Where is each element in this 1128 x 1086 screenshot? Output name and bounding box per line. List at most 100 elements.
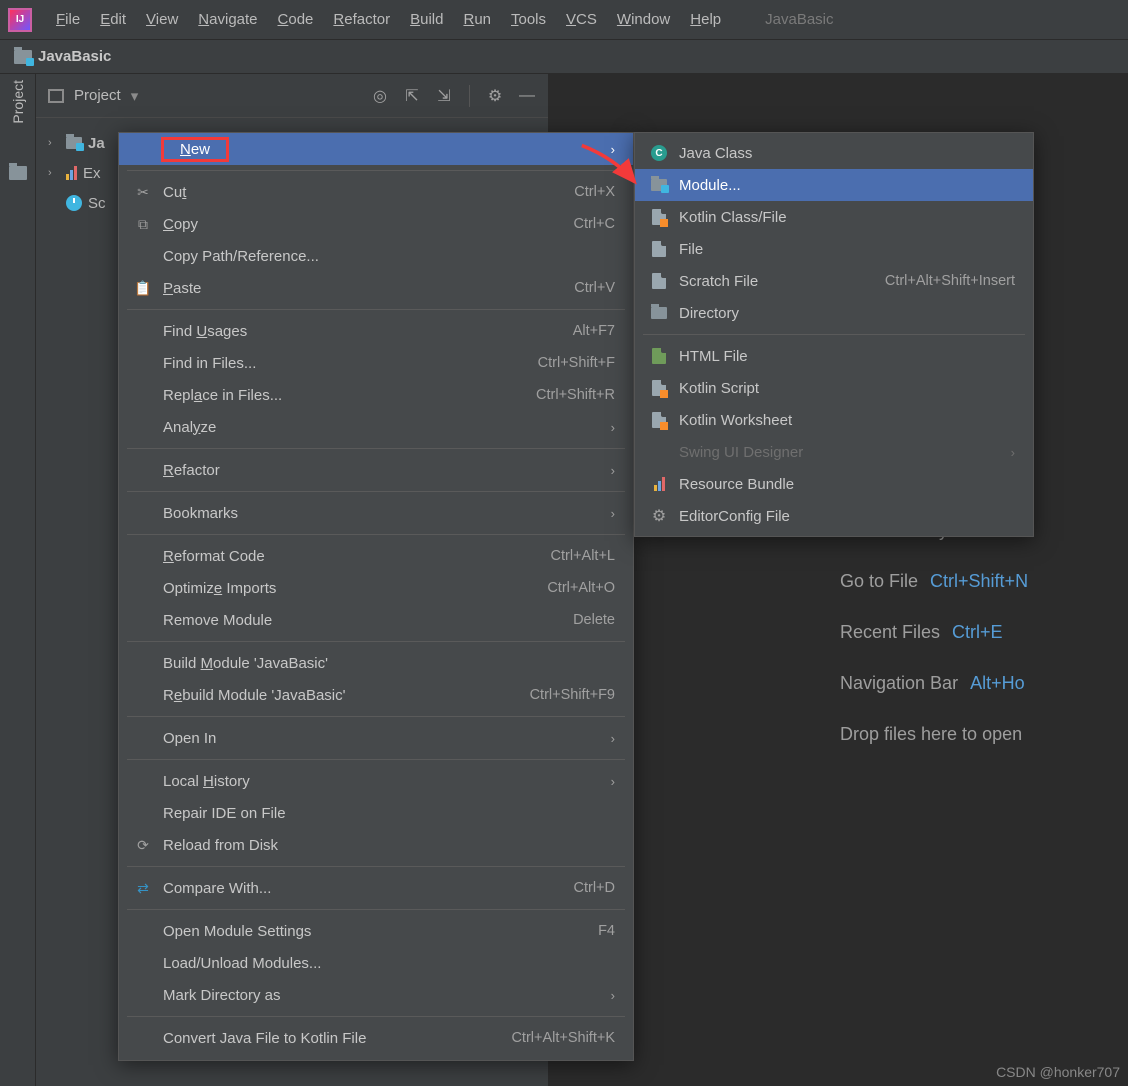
- tree-label: Ja: [88, 135, 105, 152]
- chevron-right-icon: ›: [611, 463, 615, 478]
- menu-edit[interactable]: Edit: [90, 7, 136, 32]
- menu-file[interactable]: File: [46, 7, 90, 32]
- ctx-label: Compare With...: [163, 880, 271, 897]
- hint-shortcut: Alt+Ho: [970, 673, 1025, 694]
- ctx-bookmarks[interactable]: Bookmarks›: [119, 497, 633, 529]
- new-html-file[interactable]: HTML File: [635, 340, 1033, 372]
- folder-icon[interactable]: [9, 166, 27, 180]
- shortcut-label: Delete: [573, 612, 615, 628]
- ctx-optimize-imports[interactable]: Optimize ImportsCtrl+Alt+O: [119, 572, 633, 604]
- ctx-copy-path-reference[interactable]: Copy Path/Reference...: [119, 240, 633, 272]
- ctx-convert-java-file-to-kotlin-file[interactable]: Convert Java File to Kotlin FileCtrl+Alt…: [119, 1022, 633, 1054]
- chevron-right-icon[interactable]: ›: [48, 137, 60, 149]
- shortcut-label: Ctrl+C: [574, 216, 616, 232]
- menu-navigate[interactable]: Navigate: [188, 7, 267, 32]
- ctx-remove-module[interactable]: Remove ModuleDelete: [119, 604, 633, 636]
- window-icon: [48, 89, 64, 103]
- ctx-build-module-javabasic[interactable]: Build Module 'JavaBasic': [119, 647, 633, 679]
- menu-code[interactable]: Code: [268, 7, 324, 32]
- sidebar-tab-project[interactable]: Project: [10, 80, 26, 124]
- new-kotlin-worksheet[interactable]: Kotlin Worksheet: [635, 404, 1033, 436]
- ctx-find-usages[interactable]: Find UsagesAlt+F7: [119, 315, 633, 347]
- ctx-label: Copy: [163, 216, 198, 233]
- submenu-label: File: [679, 241, 703, 258]
- gear-icon[interactable]: ⚙: [486, 87, 504, 105]
- chevron-right-icon: ›: [611, 774, 615, 789]
- editor-hints: Search EverywhereDoGo to FileCtrl+Shift+…: [840, 520, 1128, 745]
- new-module[interactable]: Module...: [635, 169, 1033, 201]
- new-kotlin-script[interactable]: Kotlin Script: [635, 372, 1033, 404]
- separator: [127, 759, 625, 760]
- new-file[interactable]: File: [635, 233, 1033, 265]
- chevron-right-icon: ›: [611, 142, 615, 157]
- ctx-analyze[interactable]: Analyze›: [119, 411, 633, 443]
- menu-tools[interactable]: Tools: [501, 7, 556, 32]
- ctx-label: Rebuild Module 'JavaBasic': [163, 687, 346, 704]
- ctx-label: Reload from Disk: [163, 837, 278, 854]
- separator: [127, 909, 625, 910]
- new-scratch-file[interactable]: Scratch FileCtrl+Alt+Shift+Insert: [635, 265, 1033, 297]
- menu-refactor[interactable]: Refactor: [323, 7, 400, 32]
- collapse-all-icon[interactable]: ⇲: [435, 87, 453, 105]
- chevron-down-icon[interactable]: ▾: [131, 87, 139, 105]
- shortcut-label: Ctrl+Shift+F: [538, 355, 615, 371]
- chevron-right-icon: ›: [611, 988, 615, 1003]
- breadcrumb: JavaBasic: [0, 40, 1128, 74]
- separator: [127, 448, 625, 449]
- menu-view[interactable]: View: [136, 7, 188, 32]
- shortcut-label: Ctrl+X: [574, 184, 615, 200]
- shortcut-label: Ctrl+D: [574, 880, 616, 896]
- app-icon: IJ: [8, 8, 32, 32]
- menu-run[interactable]: Run: [453, 7, 501, 32]
- chevron-right-icon: ›: [611, 731, 615, 746]
- ctx-compare-with[interactable]: ⇄ Compare With... Ctrl+D: [119, 872, 633, 904]
- new-kotlin-class-file[interactable]: Kotlin Class/File: [635, 201, 1033, 233]
- ctx-load-unload-modules[interactable]: Load/Unload Modules...: [119, 947, 633, 979]
- project-panel-title[interactable]: Project: [74, 87, 121, 104]
- ctx-find-in-files[interactable]: Find in Files...Ctrl+Shift+F: [119, 347, 633, 379]
- ctx-cut[interactable]: ✂CutCtrl+X: [119, 176, 633, 208]
- compare-icon: ⇄: [133, 880, 153, 897]
- ctx-new[interactable]: New›: [119, 133, 633, 165]
- ctx-label: Reformat Code: [163, 548, 265, 565]
- new-resource-bundle[interactable]: Resource Bundle: [635, 468, 1033, 500]
- ctx-label: Optimize Imports: [163, 580, 276, 597]
- menu-help[interactable]: Help: [680, 7, 731, 32]
- ctx-repair-ide-on-file[interactable]: Repair IDE on File: [119, 797, 633, 829]
- submenu-label: Scratch File: [679, 273, 758, 290]
- chevron-right-icon: ›: [611, 420, 615, 435]
- minimize-icon[interactable]: —: [518, 87, 536, 105]
- separator: [127, 1016, 625, 1017]
- hint-row: Go to FileCtrl+Shift+N: [840, 571, 1128, 592]
- new-directory[interactable]: Directory: [635, 297, 1033, 329]
- ctx-open-module-settings[interactable]: Open Module SettingsF4: [119, 915, 633, 947]
- chevron-right-icon: ›: [1011, 445, 1015, 460]
- menu-vcs[interactable]: VCS: [556, 7, 607, 32]
- tree-label: Sc: [88, 195, 106, 212]
- ctx-open-in[interactable]: Open In›: [119, 722, 633, 754]
- menu-window[interactable]: Window: [607, 7, 680, 32]
- menu-build[interactable]: Build: [400, 7, 453, 32]
- scratch-icon: [649, 272, 669, 290]
- copy-icon: ⧉: [133, 216, 153, 233]
- new-editorconfig-file[interactable]: ⚙EditorConfig File: [635, 500, 1033, 532]
- ctx-local-history[interactable]: Local History›: [119, 765, 633, 797]
- ctx-reformat-code[interactable]: Reformat CodeCtrl+Alt+L: [119, 540, 633, 572]
- ctx-replace-in-files[interactable]: Replace in Files...Ctrl+Shift+R: [119, 379, 633, 411]
- submenu-label: Swing UI Designer: [679, 444, 803, 461]
- ctx-label: Copy Path/Reference...: [163, 248, 319, 265]
- ctx-mark-directory-as[interactable]: Mark Directory as›: [119, 979, 633, 1011]
- ctx-rebuild-module-javabasic[interactable]: Rebuild Module 'JavaBasic'Ctrl+Shift+F9: [119, 679, 633, 711]
- hint-shortcut: Ctrl+E: [952, 622, 1003, 643]
- ctx-refactor[interactable]: Refactor›: [119, 454, 633, 486]
- ctx-reload-from-disk[interactable]: ⟳Reload from Disk: [119, 829, 633, 861]
- separator: [127, 309, 625, 310]
- expand-all-icon[interactable]: ⇱: [403, 87, 421, 105]
- ctx-paste[interactable]: 📋PasteCtrl+V: [119, 272, 633, 304]
- new-java-class[interactable]: CJava Class: [635, 137, 1033, 169]
- separator: [127, 534, 625, 535]
- chevron-right-icon[interactable]: ›: [48, 167, 60, 179]
- chevron-right-icon: ›: [611, 506, 615, 521]
- target-icon[interactable]: ◎: [371, 87, 389, 105]
- ctx-copy[interactable]: ⧉ Copy Ctrl+C: [119, 208, 633, 240]
